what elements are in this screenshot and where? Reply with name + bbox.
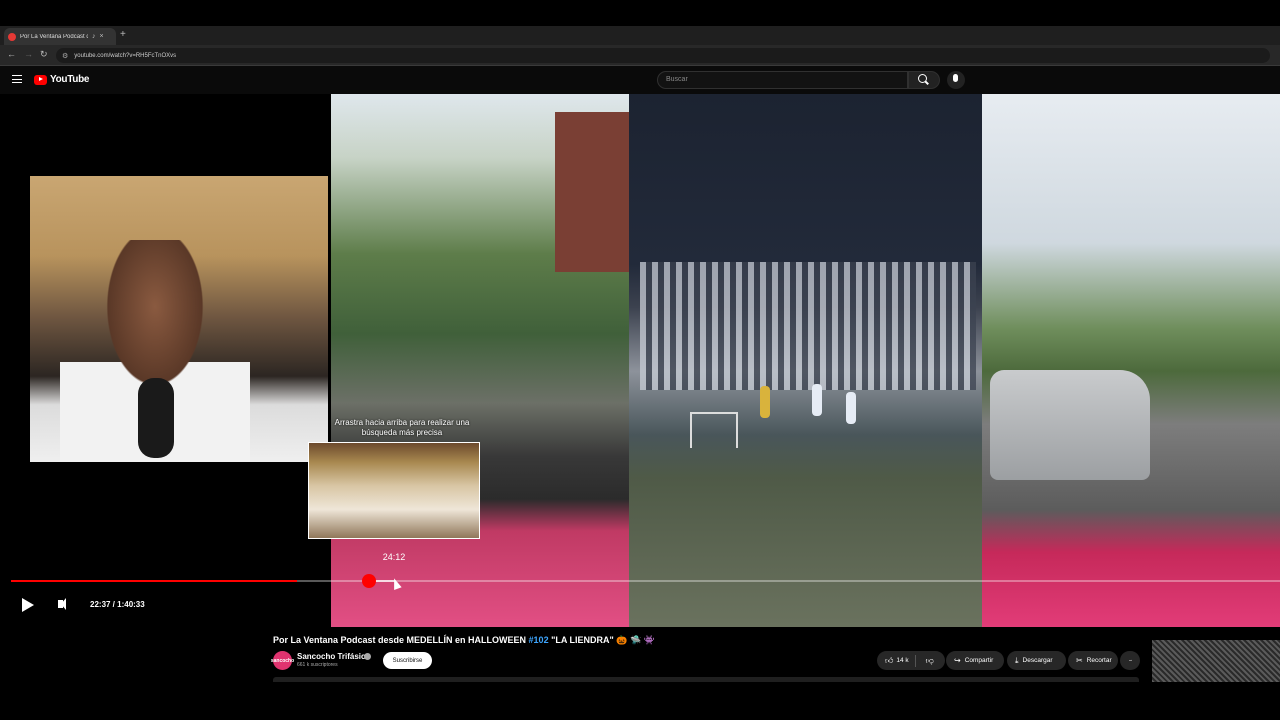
youtube-logo-text: YouTube [50, 74, 90, 85]
video-frame-goal [690, 412, 738, 448]
browser-tab[interactable]: Por La Ventana Podcast desde MEDELLÍN en… [4, 28, 116, 45]
volume-icon[interactable] [58, 598, 66, 610]
tab-close-button[interactable]: × [100, 33, 104, 40]
video-frame-player [812, 384, 822, 416]
video-title-hashtag[interactable]: #102 [529, 635, 549, 645]
verified-icon [364, 653, 371, 660]
reload-icon[interactable]: ↻ [40, 49, 48, 60]
search-icon [918, 74, 927, 83]
play-icon[interactable] [22, 598, 34, 612]
like-dislike-group: 👍︎ 14 k 👎︎ [877, 651, 945, 670]
video-frame-pickup-truck [990, 370, 1150, 480]
address-bar[interactable]: ⚙ youtube.com/watch?v=RH5FcTnOXvs [56, 48, 1270, 63]
progress-bar-played [11, 580, 297, 582]
video-title: Por La Ventana Podcast desde MEDELLÍN en… [273, 635, 655, 646]
tab-title: Por La Ventana Podcast desde MEDELLÍN en… [20, 33, 88, 40]
mic-icon [953, 74, 958, 82]
subscribe-button[interactable]: Suscribirse [383, 652, 432, 669]
youtube-favicon-icon [8, 32, 16, 41]
progress-scrubber[interactable] [362, 574, 376, 588]
seek-preview-time: 24:12 [382, 552, 406, 562]
seek-preview-thumbnail [308, 442, 480, 539]
site-info-icon[interactable]: ⚙ [62, 52, 68, 60]
url-text: youtube.com/watch?v=RH5FcTnOXvs [74, 52, 177, 59]
description-box[interactable] [273, 677, 1139, 682]
channel-avatar[interactable]: sancocho [271, 651, 294, 670]
new-tab-button[interactable]: + [120, 29, 126, 40]
streamer-microphone [138, 378, 174, 458]
share-button[interactable]: ↪ Compartir [946, 651, 1004, 670]
download-icon: ⤓ [1015, 655, 1019, 665]
thumbs-up-icon: 👍︎ [885, 655, 894, 665]
video-frame-street-right [982, 94, 1280, 627]
video-title-text: Por La Ventana Podcast desde MEDELLÍN en… [273, 635, 529, 645]
menu-icon[interactable] [12, 75, 22, 83]
video-title-suffix: "LA LIENDRA" 🎃 🛸 👾 [548, 635, 655, 645]
download-button[interactable]: ⤓ Descargar [1007, 651, 1066, 670]
video-frame-building [555, 112, 629, 272]
download-label: Descargar [1022, 657, 1053, 664]
more-icon[interactable]: ··· [1120, 651, 1140, 670]
like-button[interactable]: 👍︎ 14 k [877, 654, 916, 667]
youtube-header [0, 66, 1280, 94]
tab-audio-icon[interactable]: ♪ [92, 33, 96, 40]
back-icon[interactable]: ← [7, 49, 16, 59]
youtube-logo[interactable]: YouTube [34, 74, 90, 85]
forward-icon[interactable]: → [24, 49, 33, 59]
channel-name[interactable]: Sancocho Trifásico [297, 652, 370, 661]
video-frame-stands-crowd [640, 262, 976, 390]
thumbs-down-icon: 👎︎ [925, 655, 934, 665]
like-count: 14 k [896, 657, 909, 664]
clip-label: Recortar [1086, 657, 1112, 664]
browser-tab-bar [0, 26, 1280, 45]
clip-button[interactable]: ✂ Recortar [1068, 651, 1118, 670]
subscriber-count: 661 k suscriptores [297, 662, 338, 668]
scissors-icon: ✂ [1076, 656, 1083, 665]
share-label: Compartir [964, 657, 994, 664]
video-frame-player [760, 386, 770, 418]
related-video-thumbnail[interactable] [1152, 640, 1280, 682]
time-display: 22:37 / 1:40:33 [90, 600, 145, 609]
share-icon: ↪ [954, 656, 961, 665]
seek-hint-text: Arrastra hacia arriba para realizar una … [334, 418, 470, 437]
dislike-button[interactable]: 👎︎ [920, 656, 940, 666]
search-input[interactable]: Buscar [657, 71, 908, 89]
youtube-logo-icon [34, 74, 47, 85]
video-frame-player [846, 392, 856, 424]
